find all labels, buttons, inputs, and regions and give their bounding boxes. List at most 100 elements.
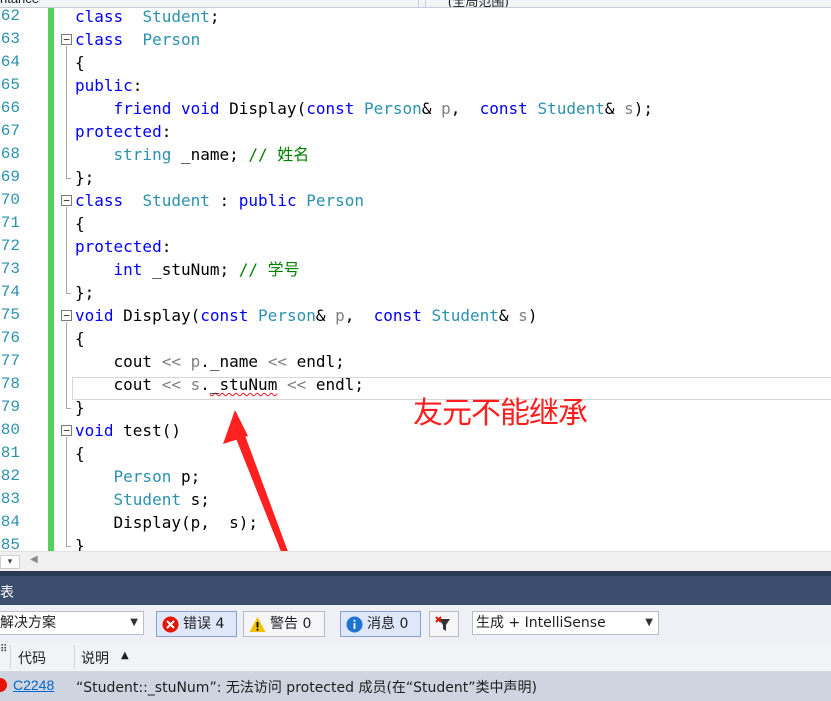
line-number: 73	[0, 260, 20, 278]
messages-filter-button[interactable]: 消息 0	[340, 611, 421, 637]
line-number: 80	[0, 421, 20, 439]
scope-filter-dropdown[interactable]: 解决方案 ▼	[0, 611, 144, 635]
code-line[interactable]: 76 {	[0, 327, 831, 350]
scope-dropdown[interactable]: (全局范围)	[448, 0, 509, 7]
code-text: class Student : public Person	[75, 189, 364, 212]
code-line[interactable]: 71 {	[0, 212, 831, 235]
code-line[interactable]: 74};	[0, 281, 831, 304]
code-line[interactable]: 77 cout << p._name << endl;	[0, 350, 831, 373]
fold-toggle-icon[interactable]: −	[61, 425, 72, 436]
line-number: 81	[0, 444, 20, 462]
build-source-dropdown[interactable]: 生成 + IntelliSense ▼	[472, 611, 659, 635]
code-token: public	[75, 76, 133, 95]
code-text: cout << s._stuNum << endl;	[75, 373, 365, 396]
code-token: void	[75, 421, 114, 440]
warnings-filter-button[interactable]: 警告 0	[243, 611, 325, 637]
code-line[interactable]: 81 {	[0, 442, 831, 465]
code-token: {	[75, 53, 85, 72]
code-text: Person p;	[75, 465, 201, 488]
code-token: protected	[75, 237, 162, 256]
line-number: 83	[0, 490, 20, 508]
line-number: 78	[0, 375, 20, 393]
line-number: 84	[0, 513, 20, 531]
file-dropdown[interactable]: ritance	[0, 0, 39, 6]
column-header-description[interactable]: 说明	[81, 648, 109, 668]
outline-guide-end	[66, 408, 71, 409]
filter-toggle-button[interactable]	[429, 611, 459, 637]
code-text: protected:	[75, 120, 171, 143]
line-number: 77	[0, 352, 20, 370]
code-line[interactable]: 65 public:	[0, 74, 831, 97]
fold-toggle-icon[interactable]: −	[61, 310, 72, 321]
code-line[interactable]: 84 Display(p, s);	[0, 511, 831, 534]
code-token: ._name	[200, 352, 268, 371]
horizontal-scrollbar[interactable]: ▾ ◀	[0, 551, 831, 571]
fold-toggle-icon[interactable]: −	[61, 34, 72, 45]
code-token: .	[200, 375, 210, 394]
code-token: _name;	[171, 145, 249, 164]
code-token: Display(	[113, 306, 201, 325]
table-row[interactable]: C2248 “Student::_stuNum”: 无法访问 protected…	[0, 672, 831, 701]
code-token: &	[498, 306, 519, 325]
zoom-dropdown[interactable]: ▾	[0, 555, 20, 569]
pin-column-icon[interactable]: ⠿	[0, 644, 7, 655]
panel-title: 表	[0, 585, 14, 601]
code-line[interactable]: 70 class Student : public Person	[0, 189, 831, 212]
code-token: p	[441, 99, 451, 118]
code-token: // 学号	[238, 260, 300, 279]
code-text: friend void Display(const Person& p, con…	[75, 97, 654, 120]
line-number: 66	[0, 99, 20, 117]
code-token: Student	[142, 8, 210, 26]
code-token: cout	[75, 375, 162, 394]
error-code-link[interactable]: C2248	[13, 677, 54, 693]
code-line[interactable]: 72 protected:	[0, 235, 831, 258]
code-token: s	[190, 375, 201, 394]
code-line[interactable]: 83 Student s;	[0, 488, 831, 511]
errors-filter-button[interactable]: 错误 4	[156, 611, 237, 637]
fold-toggle-icon[interactable]: −	[61, 195, 72, 206]
scroll-left-icon[interactable]: ◀	[30, 554, 38, 565]
code-token: _stuNum;	[142, 260, 239, 279]
code-token: {	[75, 214, 85, 233]
line-number: 69	[0, 168, 20, 186]
column-header-code[interactable]: 代码	[18, 648, 46, 668]
code-token: public	[238, 191, 297, 210]
error-description: “Student::_stuNum”: 无法访问 protected 成员(在“…	[76, 680, 537, 696]
code-line[interactable]: 69};	[0, 166, 831, 189]
code-token: &	[604, 99, 625, 118]
line-number: 65	[0, 76, 20, 94]
code-token: void	[180, 99, 220, 118]
code-token: int	[113, 260, 143, 279]
chevron-down-icon: ▼	[645, 617, 653, 628]
code-token: Student	[142, 191, 210, 210]
code-token: string	[113, 145, 172, 164]
code-line[interactable]: 62 class Student;	[0, 8, 831, 28]
code-token: Person	[142, 30, 201, 49]
code-token: class	[75, 30, 124, 49]
code-token: {	[75, 329, 85, 348]
code-token: Display(	[219, 99, 307, 118]
code-token: Person	[364, 99, 422, 118]
code-line[interactable]: 66 friend void Display(const Person& p, …	[0, 97, 831, 120]
code-line[interactable]: 63 class Person	[0, 28, 831, 51]
code-line[interactable]: 75 void Display(const Person& p, const St…	[0, 304, 831, 327]
code-line[interactable]: 68 string _name; // 姓名	[0, 143, 831, 166]
code-token: :	[132, 76, 143, 95]
outline-guide	[66, 207, 67, 293]
code-line[interactable]: 67 protected:	[0, 120, 831, 143]
code-line[interactable]: 82 Person p;	[0, 465, 831, 488]
messages-filter-label: 消息 0	[367, 616, 409, 632]
code-text: string _name; // 姓名	[75, 143, 310, 166]
code-token: Student	[431, 306, 499, 325]
code-token: :	[161, 122, 172, 141]
code-line[interactable]: 73 int _stuNum; // 学号	[0, 258, 831, 281]
code-line[interactable]: 85}	[0, 534, 831, 551]
code-editor[interactable]: 62 class Student; 63 class Person 64 { 65 publi…	[0, 8, 831, 551]
code-line[interactable]: 64 {	[0, 51, 831, 74]
code-token: <<	[161, 352, 181, 371]
